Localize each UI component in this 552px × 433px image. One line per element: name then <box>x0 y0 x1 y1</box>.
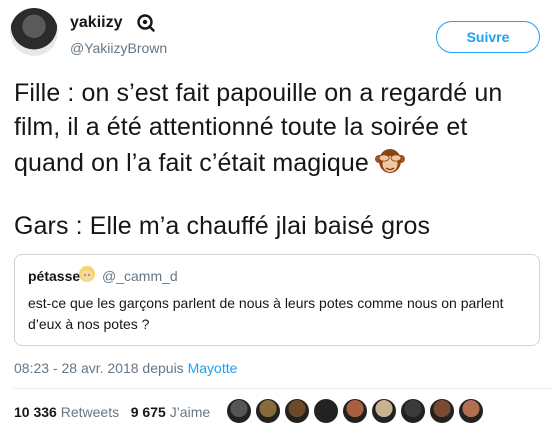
tweet-text-line-3-text: quand on l’a fait c’était magique <box>14 149 369 177</box>
blonde-person-icon <box>79 266 95 282</box>
likes-count: 9 675 <box>130 404 166 420</box>
quoted-tweet-handle[interactable]: @_camm_d <box>102 268 178 284</box>
retweets-label: Retweets <box>60 404 120 420</box>
location-link[interactable]: Mayotte <box>188 360 238 376</box>
liker-avatar[interactable] <box>255 398 281 424</box>
liker-avatar[interactable] <box>342 398 368 424</box>
tweet-text-line-3: quand on l’a fait c’était magique <box>14 147 405 178</box>
liker-avatar[interactable] <box>458 398 484 424</box>
tweet-text-line-4: Gars : Elle m’a chauffé jlai baisé gros <box>14 212 431 240</box>
display-name[interactable]: yakiizy <box>70 14 122 32</box>
timestamp-text[interactable]: 08:23 - 28 avr. 2018 depuis <box>14 360 184 376</box>
avatar[interactable] <box>10 8 58 56</box>
retweets-count: 10 336 <box>14 404 57 420</box>
quoted-tweet-name[interactable]: pétasse <box>28 268 80 284</box>
tweet-text-line-2: film, il a été attentionné toute la soir… <box>14 113 468 141</box>
likes-stat[interactable]: 9 675 J’aime <box>131 404 210 420</box>
see-no-evil-monkey-icon <box>374 149 405 173</box>
likes-label: J’aime <box>169 404 211 420</box>
follow-button[interactable]: Suivre <box>436 21 540 53</box>
quoted-tweet-text: est-ce que les garçons parlent de nous à… <box>28 295 504 332</box>
liker-avatar[interactable] <box>400 398 426 424</box>
divider <box>14 388 552 389</box>
user-handle[interactable]: @YakiizyBrown <box>70 40 167 56</box>
liker-avatar[interactable] <box>313 398 339 424</box>
liker-avatar[interactable] <box>284 398 310 424</box>
liker-avatar[interactable] <box>226 398 252 424</box>
liker-avatar[interactable] <box>429 398 455 424</box>
tweet-timestamp: 08:23 - 28 avr. 2018 depuis Mayotte <box>14 360 237 376</box>
tweet-text-line-1: Fille : on s’est fait papouille on a reg… <box>14 79 503 107</box>
verified-eye-icon <box>137 14 155 32</box>
retweets-stat[interactable]: 10 336 Retweets <box>14 404 119 420</box>
liker-avatar[interactable] <box>371 398 397 424</box>
tweet-stats: 10 336 Retweets 9 675 J’aime <box>14 404 210 420</box>
